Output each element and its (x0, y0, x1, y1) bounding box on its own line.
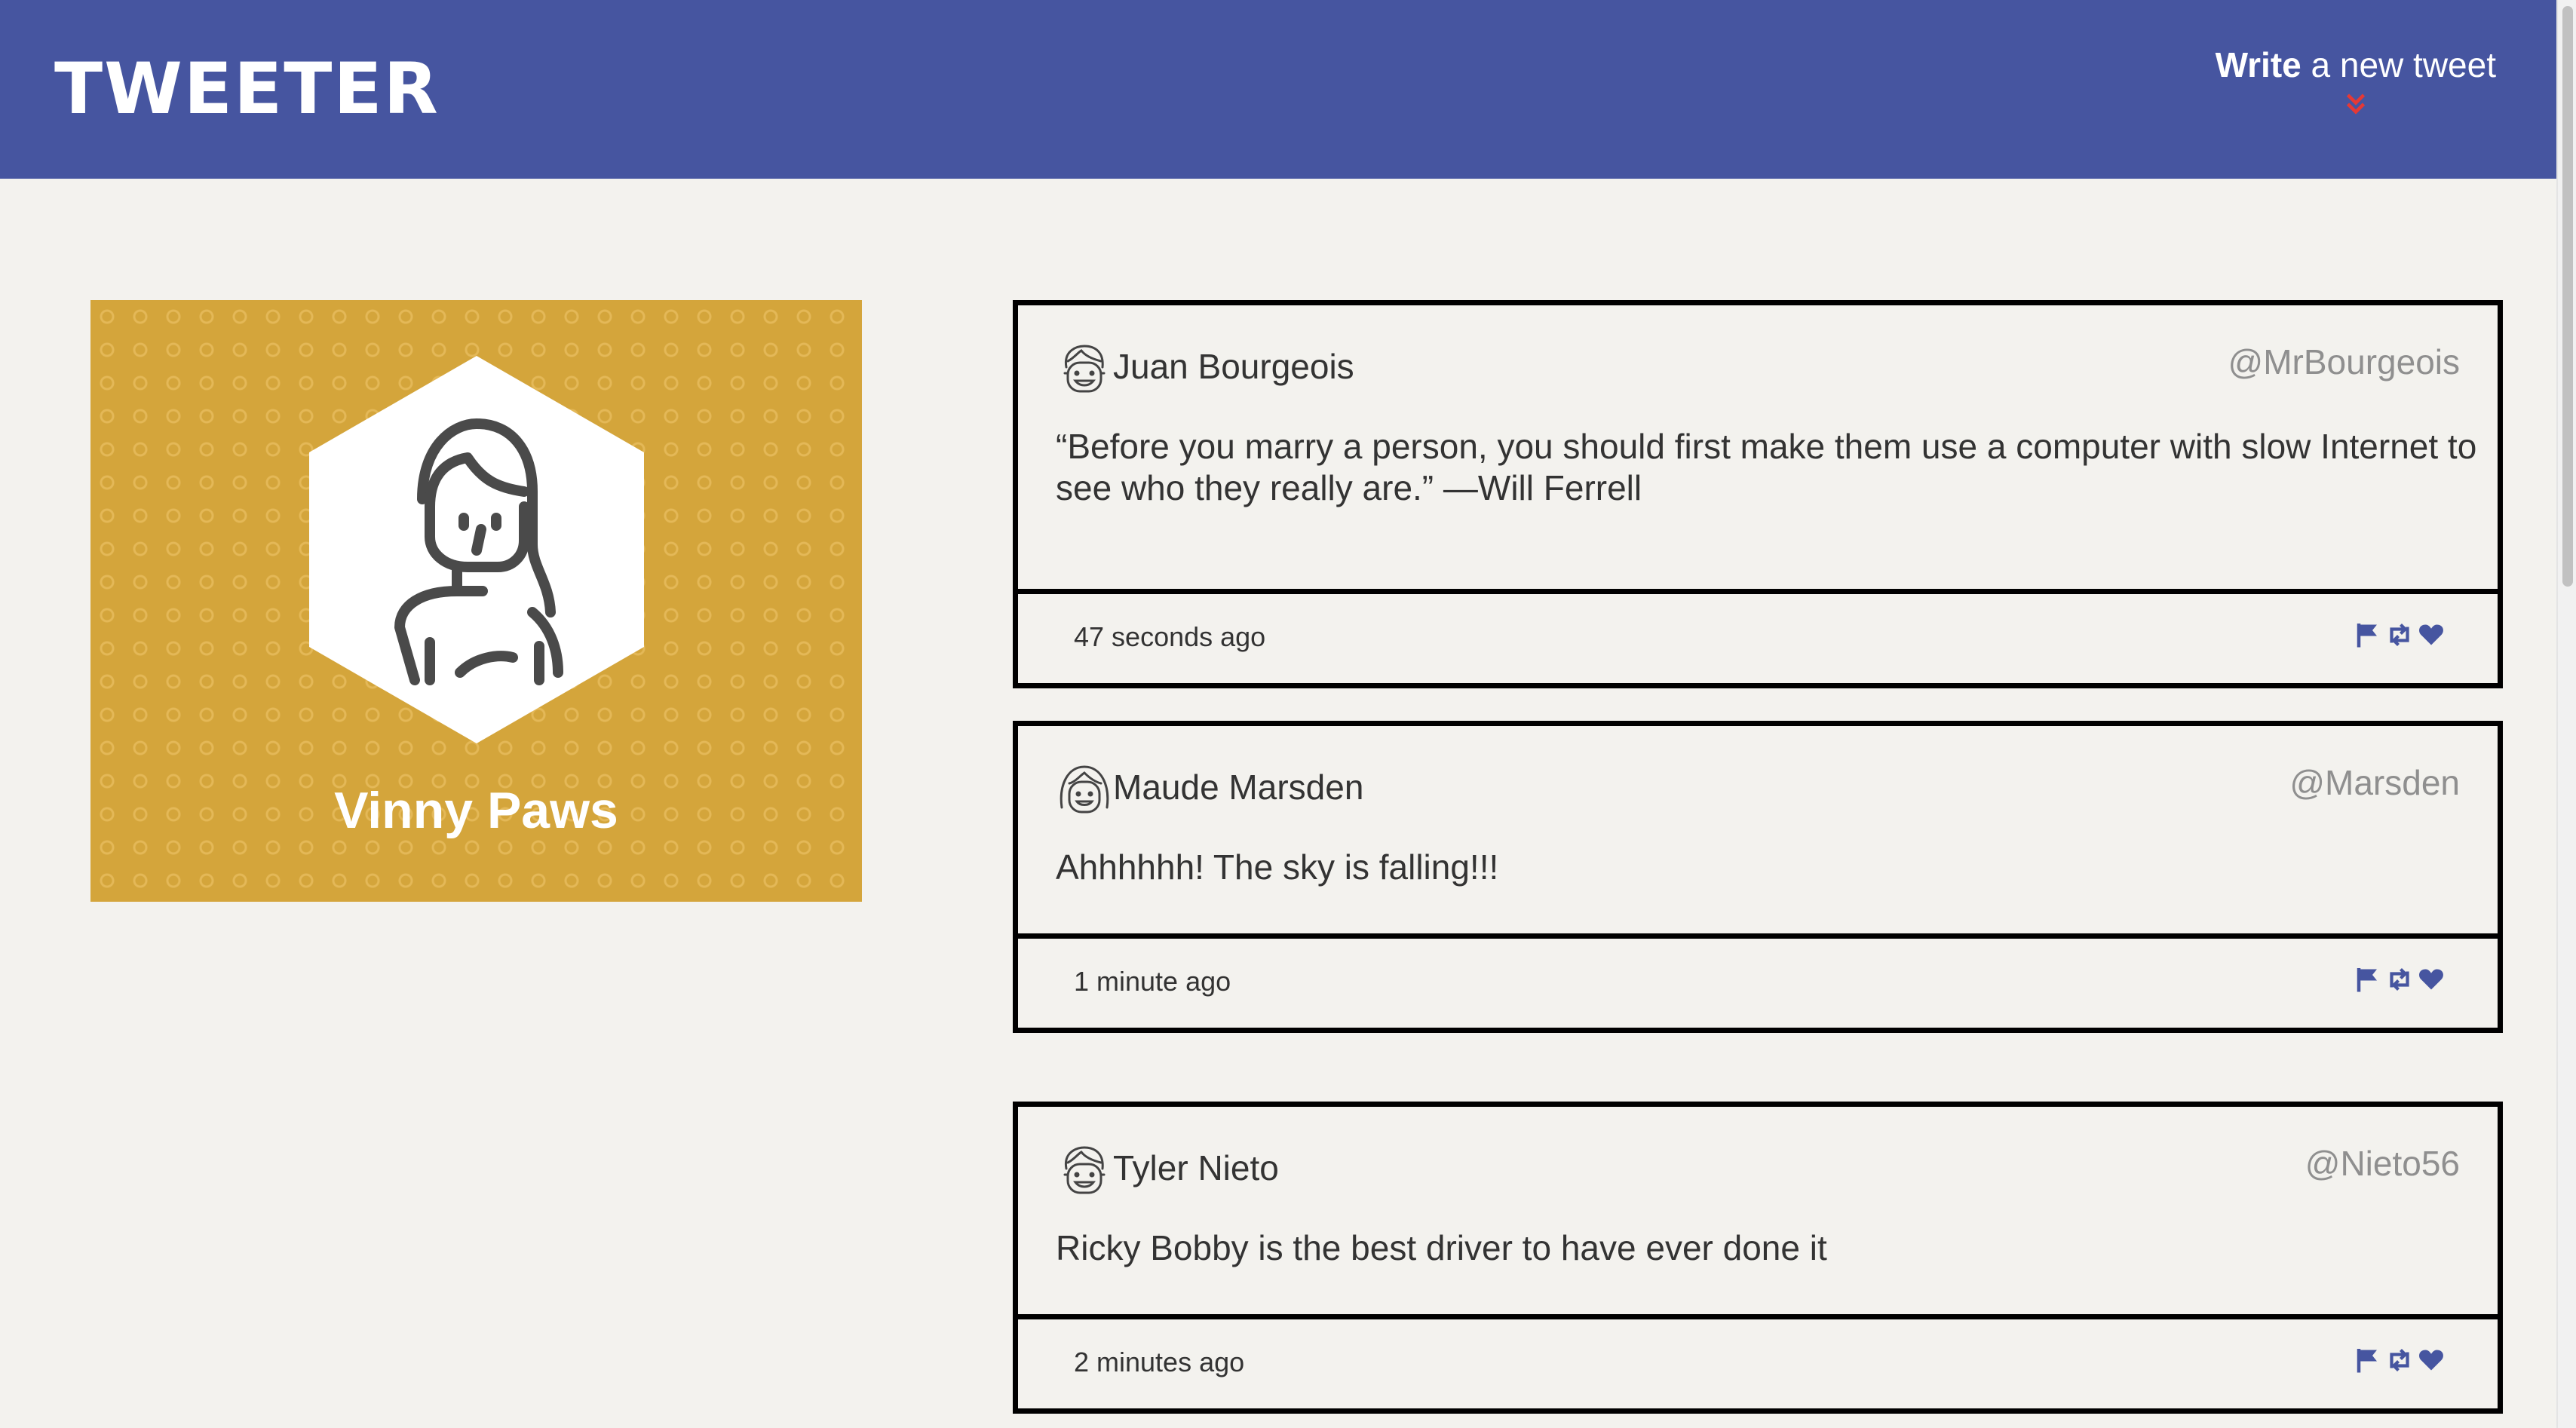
tweet-actions (2354, 621, 2445, 648)
tweet-actions (2354, 966, 2445, 993)
heart-icon[interactable] (2418, 621, 2445, 648)
tweet-author-handle[interactable]: @Nieto56 (2305, 1143, 2460, 1184)
heart-icon[interactable] (2418, 1347, 2445, 1374)
flag-icon[interactable] (2354, 1347, 2381, 1374)
user-avatar-icon (1060, 765, 1109, 814)
tweet-timestamp: 1 minute ago (1074, 966, 1231, 997)
retweet-icon[interactable] (2386, 966, 2413, 993)
tweet-timestamp: 2 minutes ago (1074, 1347, 1245, 1377)
page: TWEETER Write a new tweet Vinny Paws Jua… (0, 0, 2576, 1428)
tweet-card: Juan Bourgeois @MrBourgeois “Before you … (1013, 300, 2503, 688)
brand-logo[interactable]: TWEETER (54, 54, 440, 125)
flag-icon[interactable] (2354, 621, 2381, 648)
scrollbar-thumb[interactable] (2562, 6, 2573, 587)
tweet-author-handle[interactable]: @Marsden (2289, 762, 2460, 803)
write-tweet-button[interactable]: Write a new tweet (2216, 42, 2496, 118)
compose-label-rest: a new tweet (2301, 45, 2497, 84)
tweet-card: Maude Marsden @Marsden Ahhhhhh! The sky … (1013, 721, 2503, 1033)
retweet-icon[interactable] (2386, 621, 2413, 648)
tweet-footer: 47 seconds ago (1018, 594, 2498, 683)
tweet-author-name: Juan Bourgeois (1113, 347, 1354, 386)
profile-name: Vinny Paws (334, 782, 618, 839)
tweet-author-name: Tyler Nieto (1113, 1148, 1279, 1187)
tweet-card: Tyler Nieto @Nieto56 Ricky Bobby is the … (1013, 1102, 2503, 1414)
heart-icon[interactable] (2418, 966, 2445, 993)
tweet-header: Tyler Nieto @Nieto56 (1018, 1107, 2498, 1197)
top-nav: TWEETER Write a new tweet (0, 0, 2556, 179)
chevron-down-icon[interactable] (2342, 90, 2369, 118)
tweet-footer: 1 minute ago (1018, 939, 2498, 1028)
user-avatar-icon (1063, 1146, 1106, 1194)
tweet-author-name: Maude Marsden (1113, 768, 1364, 807)
profile-avatar-hexagon (309, 356, 644, 743)
tweet-text: Ricky Bobby is the best driver to have e… (1018, 1197, 2498, 1319)
tweet-author-handle[interactable]: @MrBourgeois (2228, 342, 2460, 382)
tweet-header: Juan Bourgeois @MrBourgeois (1018, 305, 2498, 396)
flag-icon[interactable] (2354, 966, 2381, 993)
tweet-actions (2354, 1347, 2445, 1374)
tweet-text: “Before you marry a person, you should f… (1018, 396, 2498, 594)
tweet-text: Ahhhhhh! The sky is falling!!! (1018, 817, 2498, 939)
tweet-footer: 2 minutes ago (1018, 1319, 2498, 1408)
compose-label-bold: Write (2215, 45, 2302, 84)
profile-card: Vinny Paws (90, 300, 862, 902)
tweet-timestamp: 47 seconds ago (1074, 621, 1266, 652)
user-avatar-icon (1063, 345, 1106, 393)
retweet-icon[interactable] (2386, 1347, 2413, 1374)
tweet-header: Maude Marsden @Marsden (1018, 726, 2498, 817)
